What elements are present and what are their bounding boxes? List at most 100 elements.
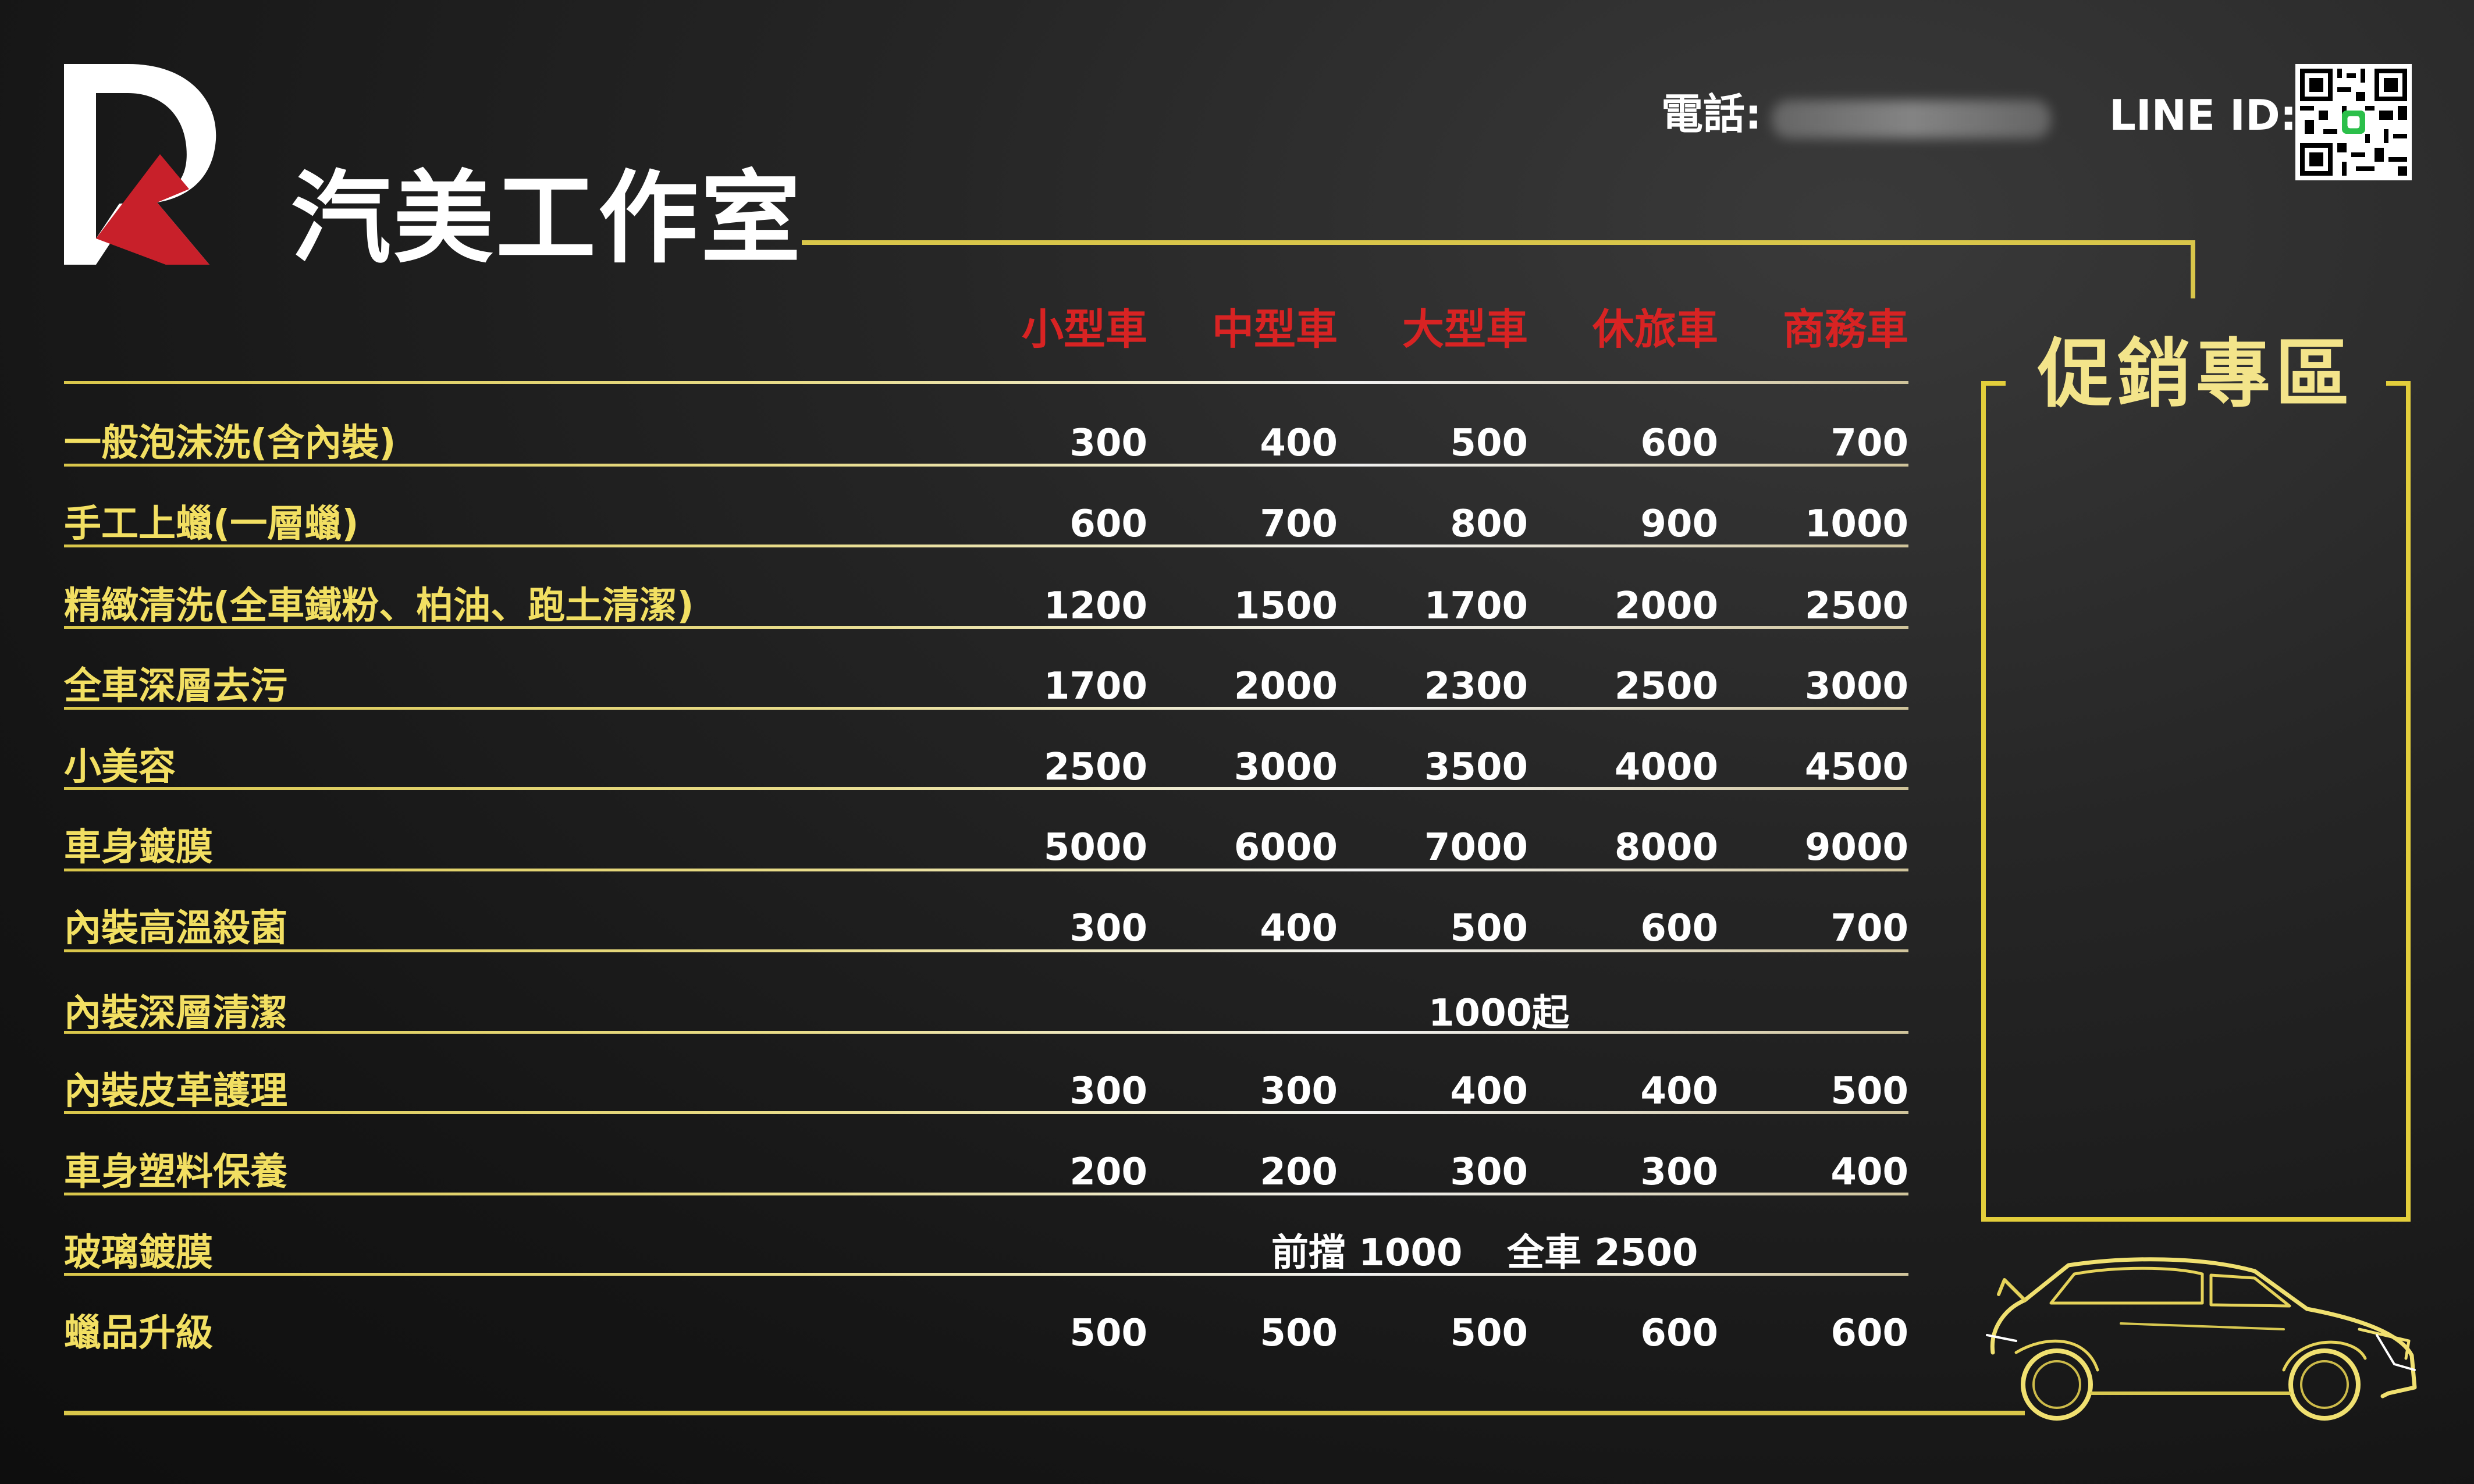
phone-number-redacted <box>1772 100 2051 138</box>
row-separator <box>64 707 1908 710</box>
bottom-gold-line <box>64 1411 2025 1415</box>
table-row: 蠟品升級 500 500 500 600 600 <box>64 1291 1908 1372</box>
header-suv: 休旅車 <box>1592 305 1718 354</box>
price-note-front: 前擋 1000 <box>1271 1232 1463 1275</box>
row-separator <box>64 949 1908 952</box>
promo-box <box>1981 381 2411 1222</box>
table-row: 手工上蠟(一層蠟) 600 700 800 900 1000 <box>64 482 1908 563</box>
promo-title: 促銷專區 <box>2037 331 2354 418</box>
row-separator <box>64 1193 1908 1195</box>
price-cell: 200 <box>1069 1151 1147 1194</box>
row-separator <box>64 464 1908 467</box>
table-row: 車身鍍膜 5000 6000 7000 8000 9000 <box>64 806 1908 887</box>
price-cell: 800 <box>1450 503 1528 546</box>
price-cell: 900 <box>1640 503 1718 546</box>
price-cell: 600 <box>1069 503 1147 546</box>
table-row: 一般泡沫洗(含內裝) 300 400 500 600 700 <box>64 401 1908 482</box>
price-cell: 700 <box>1830 907 1908 950</box>
price-cell: 300 <box>1450 1151 1528 1194</box>
price-cell: 2300 <box>1424 665 1528 708</box>
price-cell: 2500 <box>1614 665 1718 708</box>
dk-logo-icon <box>64 64 216 265</box>
service-label: 內裝皮革護理 <box>64 1070 287 1113</box>
price-cell: 500 <box>1450 1312 1528 1355</box>
service-label: 內裝高溫殺菌 <box>64 907 287 950</box>
top-gold-line <box>802 240 2195 245</box>
price-cell: 4500 <box>1804 746 1908 789</box>
table-row: 內裝皮革護理 300 300 400 400 500 <box>64 1049 1908 1130</box>
service-label: 車身塑料保養 <box>64 1151 287 1194</box>
service-label: 全車深層去污 <box>64 665 287 708</box>
service-label: 車身鍍膜 <box>64 826 213 869</box>
price-cell: 8000 <box>1614 826 1718 869</box>
price-cell: 600 <box>1640 1312 1718 1355</box>
price-cell: 5000 <box>1043 826 1147 869</box>
price-cell: 1700 <box>1424 585 1528 628</box>
price-cell: 400 <box>1830 1151 1908 1194</box>
price-cell: 500 <box>1450 907 1528 950</box>
price-cell: 400 <box>1450 1070 1528 1113</box>
price-cell: 2000 <box>1614 585 1718 628</box>
price-cell: 4000 <box>1614 746 1718 789</box>
price-cell: 1000 <box>1804 503 1908 546</box>
row-separator <box>64 1273 1908 1276</box>
promo-box-top-right <box>2386 381 2411 386</box>
header-medium-car: 中型車 <box>1211 305 1338 354</box>
price-cell: 600 <box>1640 422 1718 465</box>
price-cell: 1200 <box>1043 585 1147 628</box>
brand-name: 汽美工作室 <box>291 160 803 277</box>
table-row: 車身塑料保養 200 200 300 300 400 <box>64 1130 1908 1211</box>
service-label: 一般泡沫洗(含內裝) <box>64 422 396 465</box>
price-cell: 500 <box>1069 1312 1147 1355</box>
price-cell: 1700 <box>1043 665 1147 708</box>
table-row: 全車深層去污 1700 2000 2300 2500 3000 <box>64 645 1908 725</box>
price-cell: 300 <box>1640 1151 1718 1194</box>
price-cell: 400 <box>1640 1070 1718 1113</box>
table-row: 玻璃鍍膜 前擋 1000 全車 2500 <box>64 1211 1908 1292</box>
row-separator <box>64 545 1908 547</box>
row-separator <box>64 1111 1908 1114</box>
price-cell: 2500 <box>1804 585 1908 628</box>
price-cell: 300 <box>1069 907 1147 950</box>
price-cell: 200 <box>1260 1151 1338 1194</box>
price-cell: 3000 <box>1234 746 1338 789</box>
price-note-full: 全車 2500 <box>1507 1232 1698 1275</box>
row-separator <box>64 626 1908 629</box>
qr-code-icon <box>2295 64 2412 180</box>
service-label: 手工上蠟(一層蠟) <box>64 503 359 546</box>
price-cell: 6000 <box>1234 826 1338 869</box>
price-cell: 500 <box>1450 422 1528 465</box>
price-cell: 500 <box>1830 1070 1908 1113</box>
table-row: 內裝高溫殺菌 300 400 500 600 700 <box>64 887 1908 967</box>
price-cell: 700 <box>1260 503 1338 546</box>
row-separator <box>64 1031 1908 1034</box>
price-cell: 600 <box>1830 1312 1908 1355</box>
service-label: 蠟品升級 <box>64 1312 213 1355</box>
service-label: 小美容 <box>64 746 176 789</box>
row-separator <box>64 869 1908 871</box>
row-separator <box>64 787 1908 790</box>
price-cell: 500 <box>1260 1312 1338 1355</box>
line-id-label: LINE ID: <box>2109 91 2297 140</box>
price-cell: 2500 <box>1043 746 1147 789</box>
price-note: 1000起 <box>1428 992 1570 1035</box>
service-label: 玻璃鍍膜 <box>64 1232 213 1275</box>
price-cell: 400 <box>1260 422 1338 465</box>
price-cell: 9000 <box>1804 826 1908 869</box>
suv-outline-icon <box>1986 1257 2417 1421</box>
table-row: 內裝深層清潔 1000起 <box>64 971 1908 1052</box>
price-cell: 300 <box>1069 422 1147 465</box>
row-separator <box>64 381 1908 384</box>
service-label: 精緻清洗(全車鐵粉、柏油、跑土清潔) <box>64 585 694 628</box>
header-small-car: 小型車 <box>1021 305 1147 354</box>
price-cell: 300 <box>1260 1070 1338 1113</box>
header-business-car: 商務車 <box>1782 305 1908 354</box>
price-cell: 600 <box>1640 907 1718 950</box>
table-row: 小美容 2500 3000 3500 4000 4500 <box>64 725 1908 806</box>
table-row: 精緻清洗(全車鐵粉、柏油、跑土清潔) 1200 1500 1700 2000 2… <box>64 564 1908 645</box>
price-cell: 400 <box>1260 907 1338 950</box>
price-cell: 7000 <box>1424 826 1528 869</box>
price-cell: 3000 <box>1804 665 1908 708</box>
price-cell: 700 <box>1830 422 1908 465</box>
promo-box-top-left <box>1981 381 2006 386</box>
